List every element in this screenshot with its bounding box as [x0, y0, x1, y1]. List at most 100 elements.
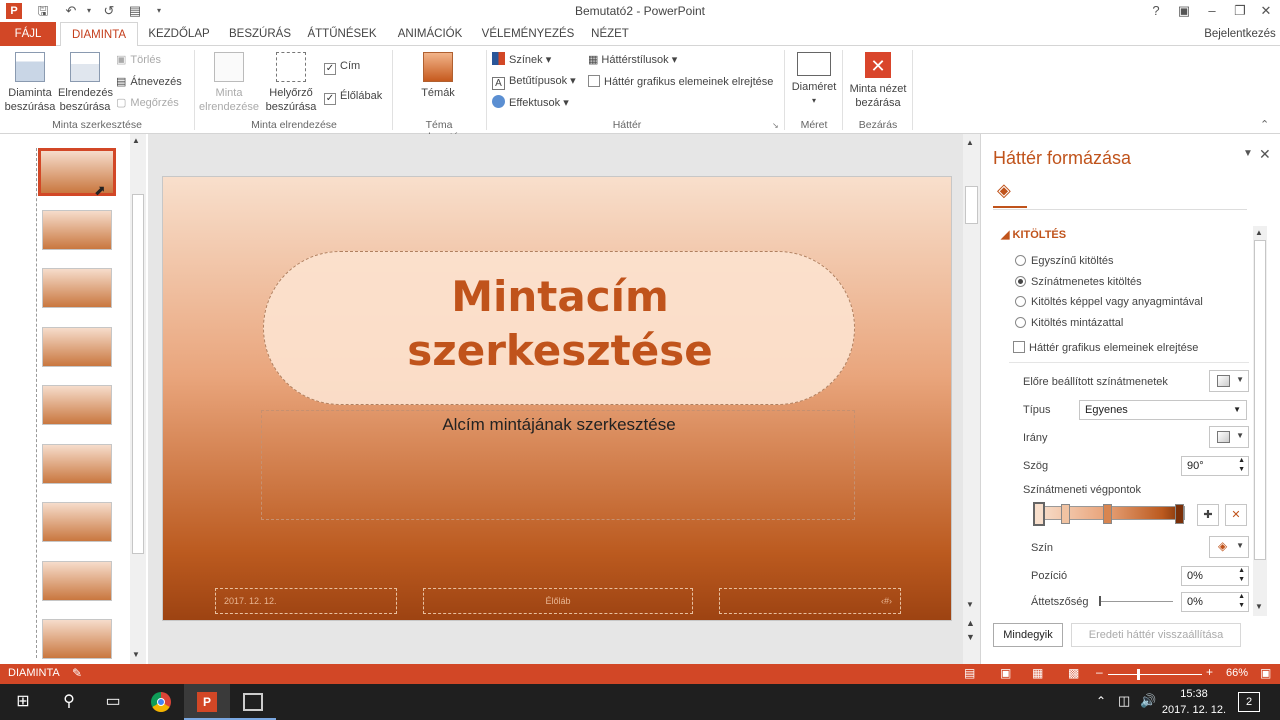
- footer-placeholder[interactable]: Élőláb: [423, 588, 693, 614]
- zoom-in-icon[interactable]: +: [1206, 665, 1213, 679]
- thumbnail-scrollbar[interactable]: ▲ ▼: [130, 134, 146, 664]
- spelling-check-icon[interactable]: ✎: [72, 666, 82, 680]
- chrome-icon[interactable]: [138, 684, 184, 720]
- network-icon[interactable]: ◫: [1118, 693, 1130, 709]
- clock-time[interactable]: 15:38: [1164, 688, 1224, 700]
- themes-button[interactable]: Témák: [410, 52, 466, 100]
- scroll-down-icon[interactable]: ▼: [966, 600, 974, 609]
- color-picker-dropdown[interactable]: ◈ ▼: [1209, 536, 1249, 558]
- effects-button[interactable]: Effektusok ▾: [492, 93, 569, 113]
- scroll-thumb[interactable]: [1254, 240, 1266, 560]
- normal-view-icon[interactable]: ▣: [1000, 666, 1011, 680]
- add-gradient-stop-icon[interactable]: ✚: [1197, 504, 1219, 526]
- windows-start-icon[interactable]: ⊞: [0, 684, 46, 720]
- fill-section-header[interactable]: ◢ KITÖLTÉS: [1001, 228, 1066, 241]
- delete-button[interactable]: ▣ Törlés: [116, 50, 161, 70]
- scroll-up-icon[interactable]: ▲: [1255, 228, 1263, 237]
- slide[interactable]: Mintacím szerkesztése Alcím mintájának s…: [162, 176, 952, 621]
- reading-view-icon[interactable]: ▩: [1068, 666, 1079, 680]
- close-pane-icon[interactable]: ✕: [1259, 146, 1271, 163]
- layout-thumbnail[interactable]: [42, 327, 112, 367]
- transparency-spinner[interactable]: 0% ▲ ▼: [1181, 592, 1249, 612]
- scroll-down-icon[interactable]: ▼: [132, 650, 140, 659]
- scroll-thumb[interactable]: [965, 186, 978, 224]
- layout-thumbnail[interactable]: [42, 502, 112, 542]
- close-master-view-button[interactable]: ✕ Minta nézet bezárása: [846, 52, 910, 110]
- layout-thumbnail[interactable]: [42, 210, 112, 250]
- search-icon[interactable]: ⚲: [46, 684, 92, 720]
- gradient-type-select[interactable]: Egyenes ▼: [1079, 400, 1247, 420]
- tab-review[interactable]: VÉLEMÉNYEZÉS: [478, 22, 578, 46]
- subtitle-placeholder[interactable]: Alcím mintájának szerkesztése: [261, 410, 855, 520]
- fill-option-pattern[interactable]: Kitöltés mintázattal: [1015, 317, 1123, 329]
- tab-file[interactable]: FÁJL: [0, 22, 56, 46]
- insert-placeholder-button[interactable]: Helyőrző beszúrása: [262, 52, 320, 114]
- gradient-stop-handle[interactable]: [1061, 504, 1070, 524]
- colors-button[interactable]: Színek ▾: [492, 50, 551, 70]
- scroll-up-icon[interactable]: ▲: [132, 136, 140, 145]
- app-window-taskbar-icon[interactable]: [230, 684, 276, 720]
- next-slide-icon[interactable]: ▼: [966, 632, 975, 642]
- show-hidden-icons-icon[interactable]: ⌃: [1096, 694, 1106, 708]
- slide-scrollbar[interactable]: ▲ ▼ ▲ ▼: [963, 134, 980, 664]
- gradient-stop-handle[interactable]: [1033, 502, 1045, 526]
- fill-paint-bucket-icon[interactable]: ◈: [997, 180, 1011, 201]
- layout-thumbnail[interactable]: [42, 385, 112, 425]
- master-layout-button[interactable]: Minta elrendezése: [198, 52, 260, 114]
- scroll-down-icon[interactable]: ▼: [1255, 602, 1263, 611]
- tab-slide-master[interactable]: DIAMINTA: [60, 22, 138, 47]
- clock-date[interactable]: 2017. 12. 12.: [1158, 704, 1230, 716]
- position-spinner[interactable]: 0% ▲ ▼: [1181, 566, 1249, 586]
- hide-graphics-checkbox[interactable]: Háttér grafikus elemeinek elrejtése: [1013, 341, 1198, 354]
- sign-in-link[interactable]: Bejelentkezés: [1200, 22, 1280, 46]
- close-window-button[interactable]: ✕: [1252, 0, 1280, 22]
- reset-background-button[interactable]: Eredeti háttér visszaállítása: [1071, 623, 1241, 647]
- fill-option-picture[interactable]: Kitöltés képpel vagy anyagmintával: [1015, 296, 1203, 308]
- scroll-up-icon[interactable]: ▲: [966, 138, 974, 147]
- tab-animations[interactable]: ANIMÁCIÓK: [388, 22, 472, 46]
- footers-checkbox[interactable]: ✓ Élőlábak: [324, 86, 382, 106]
- restore-button[interactable]: ❐: [1226, 0, 1254, 22]
- previous-slide-icon[interactable]: ▲: [966, 618, 975, 628]
- title-checkbox[interactable]: ✓ Cím: [324, 56, 360, 76]
- remove-gradient-stop-icon[interactable]: ✕: [1225, 504, 1247, 526]
- fill-option-solid[interactable]: Egyszínű kitöltés: [1015, 255, 1114, 267]
- help-button[interactable]: ?: [1142, 0, 1170, 22]
- scroll-thumb[interactable]: [132, 194, 144, 554]
- fill-option-gradient[interactable]: Színátmenetes kitöltés: [1015, 276, 1142, 288]
- transparency-slider-thumb[interactable]: [1099, 596, 1101, 606]
- layout-thumbnail[interactable]: [42, 561, 112, 601]
- preset-gradients-dropdown[interactable]: ▼: [1209, 370, 1249, 392]
- tab-view[interactable]: NÉZET: [584, 22, 636, 46]
- zoom-slider[interactable]: [1108, 674, 1202, 675]
- gradient-stop-handle[interactable]: [1175, 504, 1184, 524]
- powerpoint-taskbar-icon[interactable]: P: [184, 684, 230, 720]
- rename-button[interactable]: ▤ Átnevezés: [116, 72, 182, 92]
- date-placeholder[interactable]: 2017. 12. 12.: [215, 588, 397, 614]
- layout-thumbnail[interactable]: [42, 268, 112, 308]
- notification-center-icon[interactable]: 2: [1238, 692, 1260, 712]
- volume-icon[interactable]: 🔊: [1140, 693, 1156, 709]
- gradient-stop-handle[interactable]: [1103, 504, 1112, 524]
- task-view-icon[interactable]: ▭: [90, 684, 136, 720]
- fit-to-window-icon[interactable]: ▣: [1260, 666, 1271, 680]
- insert-slide-master-button[interactable]: Diaminta beszúrása: [4, 52, 56, 114]
- minimize-button[interactable]: –: [1198, 0, 1226, 22]
- zoom-out-icon[interactable]: –: [1096, 665, 1103, 679]
- insert-layout-button[interactable]: Elrendezés beszúrása: [58, 52, 113, 114]
- fonts-button[interactable]: A Betűtípusok ▾: [492, 71, 576, 91]
- tab-transitions[interactable]: ÁTTŰNÉSEK: [302, 22, 382, 46]
- layout-thumbnail[interactable]: [42, 444, 112, 484]
- background-dialog-launcher-icon[interactable]: ↘: [772, 121, 779, 130]
- tab-home[interactable]: KEZDŐLAP: [142, 22, 216, 46]
- direction-dropdown[interactable]: ▼: [1209, 426, 1249, 448]
- apply-to-all-button[interactable]: Mindegyik: [993, 623, 1063, 647]
- transparency-slider[interactable]: [1099, 601, 1173, 602]
- slide-sorter-icon[interactable]: ▦: [1032, 666, 1043, 680]
- collapse-ribbon-icon[interactable]: ⌃: [1260, 118, 1269, 131]
- background-styles-button[interactable]: ▦ Háttérstílusok ▾: [588, 50, 677, 70]
- zoom-slider-thumb[interactable]: [1137, 669, 1140, 680]
- pane-options-icon[interactable]: ▼: [1243, 148, 1253, 159]
- title-placeholder[interactable]: Mintacím szerkesztése: [263, 251, 855, 405]
- tab-insert[interactable]: BESZÚRÁS: [224, 22, 296, 46]
